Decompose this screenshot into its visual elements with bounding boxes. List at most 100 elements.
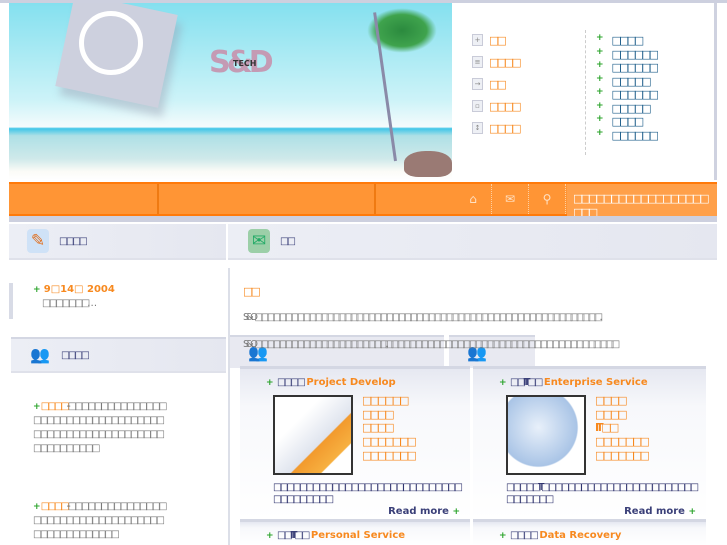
side-link-label: □□□□□□ — [611, 48, 659, 61]
card-link[interactable]: □□□□□□□ — [362, 435, 417, 449]
card-title[interactable]: + □□□□ Data Recovery — [499, 530, 621, 541]
main-header: ✉ □□ — [228, 224, 717, 260]
card-title[interactable]: + □□IT□□ Enterprise Service — [499, 377, 648, 388]
plus-icon: + — [596, 114, 604, 124]
nav-strip — [9, 216, 717, 222]
news-date: 9□14□ 2004 — [43, 284, 115, 295]
top-menu-item-login[interactable]: → □□ — [472, 76, 507, 92]
plus-icon: + — [33, 502, 41, 512]
side-link-label: □□□□□□ — [611, 129, 659, 142]
plus-icon: + — [596, 87, 604, 97]
top-menu-item-4[interactable]: ▫ □□□□ — [472, 98, 522, 114]
service-card-enterprise: + □□IT□□ Enterprise Service □□□□ □□□□ IT… — [473, 366, 706, 520]
read-more-link[interactable]: Read more + — [624, 506, 696, 517]
card-link[interactable]: □□□□ — [595, 394, 647, 408]
partner-name[interactable]: □□□□ — [41, 401, 70, 412]
card-title-cn: □□IT□□ — [510, 377, 543, 388]
side-link[interactable]: + □□□□□□ — [596, 128, 659, 143]
people-icon: 👥 — [30, 345, 50, 364]
compass-icon — [79, 11, 143, 75]
side-link-label: □□□□ — [611, 115, 645, 128]
plus-icon: + — [452, 507, 460, 517]
read-more-link[interactable]: Read more + — [388, 506, 460, 517]
card-link[interactable]: IT □□ — [595, 421, 647, 435]
menu-label: □□□□ — [489, 55, 522, 69]
news-item[interactable]: + 9□14□ 2004 □□□□□□□… — [33, 283, 218, 311]
side-link[interactable]: + □□□□ — [596, 114, 645, 129]
side-link-label: □□□□ — [611, 34, 645, 47]
search-button[interactable]: ⚲ — [529, 184, 566, 214]
card-description: □□□□□□□□□□□□□□□□□□□□□□□□□□□□□□□□□□□□□□ — [273, 482, 463, 505]
login-icon: → — [472, 78, 483, 90]
card-link[interactable]: □□□□□□□ — [595, 449, 650, 463]
card-title[interactable]: + □□□□ Project Develop — [266, 377, 396, 388]
partner-name[interactable]: □□□□ — [41, 501, 70, 512]
main-title: □□ — [280, 235, 296, 247]
partner-item[interactable]: + □□□□--□□□□□□□□□□□□□□□□□□□□□□□□□□□□□□□□… — [33, 500, 168, 542]
map-icon: ✉ — [248, 229, 270, 253]
plus-icon: + — [596, 128, 604, 138]
plus-icon: + — [596, 60, 604, 70]
menu-label: □□□□ — [489, 99, 522, 113]
card-title-cn: □□□□ — [510, 530, 539, 541]
partners-title: □□□□ — [61, 349, 90, 361]
rock — [404, 151, 452, 177]
mail-button[interactable]: ✉ — [492, 184, 529, 214]
window-icon: ▫ — [472, 100, 483, 112]
plus-icon: + — [266, 531, 274, 541]
plus-icon: + — [596, 33, 604, 43]
card-link[interactable]: □□□□ — [362, 408, 414, 422]
logo-sub: TECH — [233, 59, 257, 68]
column-divider — [228, 268, 230, 545]
top-menu-item-2[interactable]: ≡ □□□□ — [472, 54, 522, 70]
service-card-personal: + □□IT□□ Personal Service — [240, 519, 470, 545]
document-icon: ≡ — [472, 56, 483, 68]
service-card-project: + □□□□ Project Develop □□□□□□ □□□□ □□□□ … — [240, 366, 470, 520]
plus-icon: + — [688, 507, 696, 517]
news-title: □□□□ — [59, 235, 88, 247]
intro-paragraph: S&O□□□□□□□□□□□□□□□□□□□□□□□□□□□□□□□□□□□□□… — [243, 312, 603, 323]
side-link[interactable]: + □□□□ — [596, 33, 645, 48]
read-more-label: Read more — [388, 506, 449, 517]
top-menu-item-5[interactable]: ↕ □□□□ — [472, 120, 522, 136]
side-link[interactable]: + □□□□□□ — [596, 87, 659, 102]
card-link[interactable]: □□□□ — [595, 408, 647, 422]
partners-header: 👥 □□□□ — [11, 337, 226, 373]
card-link[interactable]: □□□□□□ — [362, 394, 414, 408]
card-link[interactable]: □□□□□□□ — [362, 449, 417, 463]
home-button[interactable]: ⌂ — [455, 184, 492, 214]
plus-icon: + — [266, 378, 274, 388]
card-link[interactable]: □□□□ — [362, 421, 414, 435]
plus-icon: + — [499, 531, 507, 541]
side-link-label: □□□□□□ — [611, 61, 659, 74]
mail-icon: ✉ — [504, 192, 516, 206]
menu-label: □□□□ — [489, 121, 522, 135]
plus-icon: + — [33, 285, 41, 295]
plus-icon: + — [33, 402, 41, 412]
card-link[interactable]: □□□□□□□ — [595, 435, 650, 449]
card-title-cn: □□IT□□ — [277, 530, 310, 541]
partner-item[interactable]: + □□□□--□□□□□□□□□□□□□□□□□□□□□□□□□□□□□□□□… — [33, 400, 168, 456]
side-link[interactable]: + □□□□□ — [596, 75, 652, 89]
top-menu-item-home[interactable]: + □□ — [472, 32, 507, 48]
menu-label: □□ — [489, 33, 507, 47]
side-link[interactable]: + □□□□□□ — [596, 48, 659, 62]
card-title-cn: □□□□ — [277, 377, 306, 388]
card-title[interactable]: + □□IT□□ Personal Service — [266, 530, 405, 541]
news-bar — [9, 283, 13, 319]
service-card-recovery: + □□□□ Data Recovery — [473, 519, 706, 545]
nav-divider — [157, 184, 159, 214]
card-title-en: Data Recovery — [539, 530, 622, 541]
intro-paragraph: S&O□□□□□□□□□□□□□□□□□□□□□□. □□□□□□□□□□□□□… — [243, 339, 620, 350]
marquee-text: □□□□□□□□□□□□ □□□□□□□□□ — [567, 184, 717, 220]
side-link[interactable]: + □□□□□□ — [596, 60, 659, 75]
plus-icon: + — [499, 378, 507, 388]
bubbles-image — [506, 395, 586, 475]
card-title-en: Project Develop — [306, 377, 396, 388]
home-icon: + — [472, 34, 483, 46]
news-text: □□□□□□□… — [42, 298, 97, 309]
home-icon: ⌂ — [469, 192, 477, 206]
side-link[interactable]: + □□□□□ — [596, 102, 652, 116]
side-link-label: □□□□□ — [611, 102, 652, 115]
menu-label: □□ — [489, 77, 507, 91]
